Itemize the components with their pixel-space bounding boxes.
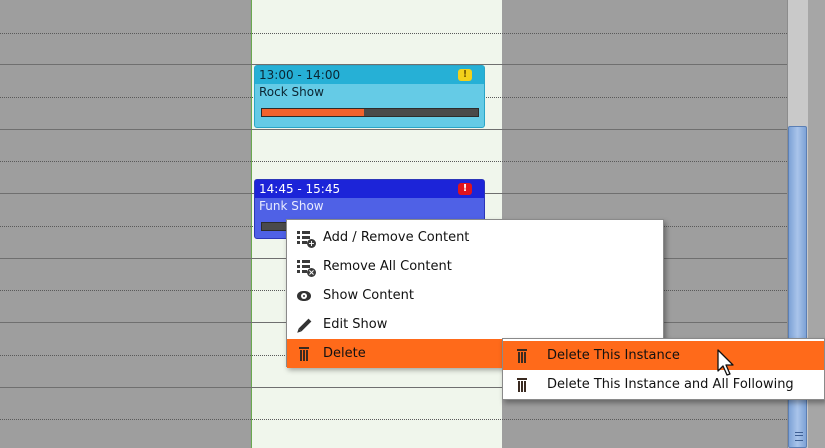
menu-item-show-content[interactable]: Show Content — [287, 281, 663, 310]
half-hour-line — [0, 419, 787, 420]
half-hour-line — [0, 161, 787, 162]
menu-item-delete-this-instance[interactable]: Delete This Instance — [503, 341, 824, 370]
warning-badge-icon[interactable]: ! — [458, 69, 472, 81]
menu-item-label: Delete — [323, 346, 366, 361]
menu-item-remove-all-content[interactable]: × Remove All Content — [287, 252, 663, 281]
remove-content-icon: × — [297, 260, 316, 277]
event-title: Rock Show — [259, 85, 324, 99]
add-content-icon: + — [297, 231, 316, 248]
delete-submenu: Delete This Instance Delete This Instanc… — [502, 338, 825, 400]
calendar-day-column[interactable] — [0, 0, 250, 448]
content-progress-bar — [261, 108, 479, 117]
trash-icon — [515, 349, 531, 363]
event-time-header: 14:45 - 15:45 ! — [255, 180, 484, 198]
menu-item-add-remove-content[interactable]: + Add / Remove Content — [287, 223, 663, 252]
menu-item-delete-all-following[interactable]: Delete This Instance and All Following — [503, 370, 824, 399]
menu-item-label: Edit Show — [323, 317, 388, 332]
hour-line — [0, 129, 787, 130]
menu-item-label: Remove All Content — [323, 259, 452, 274]
event-time: 14:45 - 15:45 — [259, 182, 341, 196]
grip-icon — [795, 432, 803, 441]
event-rock-show[interactable]: 13:00 - 14:00 ! Rock Show — [254, 65, 485, 128]
menu-item-label: Delete This Instance — [547, 348, 680, 363]
content-progress-fill — [262, 109, 364, 116]
menu-item-edit-show[interactable]: Edit Show — [287, 310, 663, 339]
eye-icon — [297, 291, 311, 301]
event-title: Funk Show — [259, 199, 324, 213]
menu-item-label: Show Content — [323, 288, 414, 303]
half-hour-line — [0, 33, 787, 34]
trash-icon — [515, 378, 531, 392]
pencil-icon — [294, 314, 315, 335]
error-badge-icon[interactable]: ! — [458, 183, 472, 195]
menu-item-label: Delete This Instance and All Following — [547, 377, 794, 392]
trash-icon — [297, 347, 313, 361]
event-time: 13:00 - 14:00 — [259, 68, 341, 82]
menu-item-label: Add / Remove Content — [323, 230, 470, 245]
event-time-header: 13:00 - 14:00 ! — [255, 66, 484, 84]
mouse-pointer-icon — [717, 349, 734, 376]
